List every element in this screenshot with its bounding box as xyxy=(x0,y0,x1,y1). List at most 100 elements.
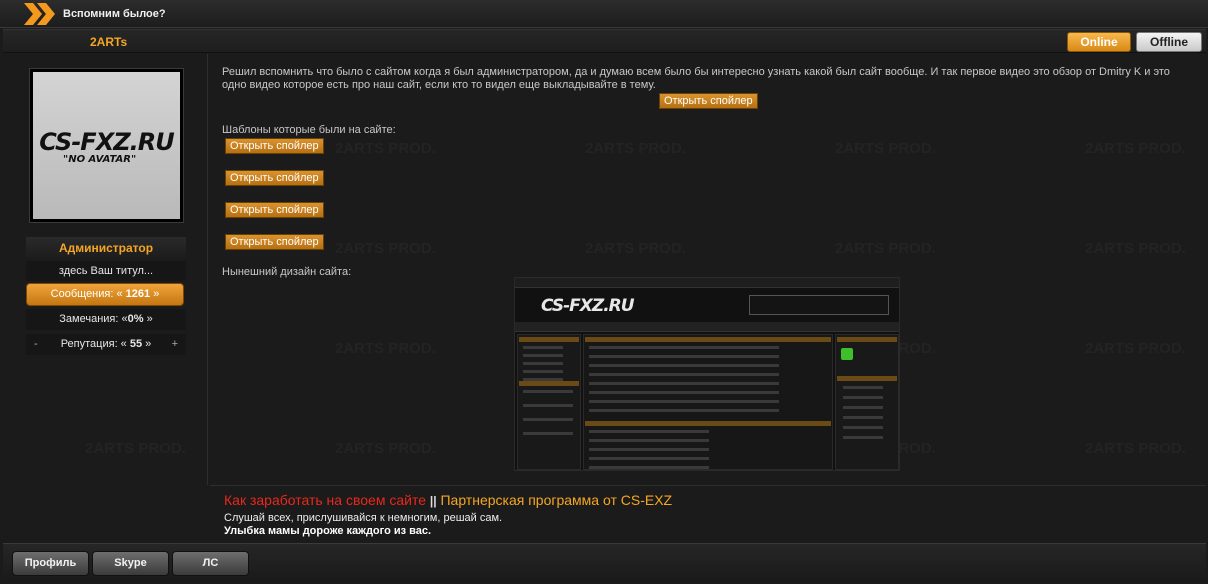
profile-button[interactable]: Профиль xyxy=(12,551,89,576)
author-profile-column: CS-FXZ.RU "NO AVATAR" Администратор здес… xyxy=(3,54,208,485)
screenshot-section-header xyxy=(585,421,831,426)
online-status-badge: Online xyxy=(1067,32,1131,52)
screenshot-section-header xyxy=(837,376,897,381)
post-footer-bar: Профиль Skype ЛС xyxy=(3,543,1206,581)
skype-button[interactable]: Skype xyxy=(92,551,169,576)
watermark-text: 2ARTS PROD. xyxy=(585,140,686,157)
screenshot-text-row xyxy=(589,430,709,433)
current-design-heading: Нынешний дизайн сайта: xyxy=(222,266,352,278)
screenshot-section-header xyxy=(837,337,897,342)
signature-quote-2: Улыбка мамы дороже каждого из вас. xyxy=(224,525,432,537)
screenshot-text-row xyxy=(589,409,779,412)
screenshot-text-row xyxy=(523,432,573,435)
reputation-value: 55 xyxy=(129,338,143,350)
signature-links: Как заработать на своем сайте || Партнер… xyxy=(224,492,1124,510)
screenshot-text-row xyxy=(523,346,563,349)
screenshot-text-row xyxy=(523,418,573,421)
private-message-button[interactable]: ЛС xyxy=(172,551,249,576)
screenshot-text-row xyxy=(843,406,883,409)
posts-count: 1261 xyxy=(125,288,151,300)
author-name-link[interactable]: 2ARTs xyxy=(90,35,127,49)
watermark-text: 2ARTS PROD. xyxy=(335,440,436,457)
spoiler-button-template-1[interactable]: Открыть спойлер xyxy=(225,138,324,154)
reputation-plus-button[interactable]: + xyxy=(172,334,178,355)
screenshot-logo: CS-FXZ.RU xyxy=(541,296,635,316)
topic-title-bar: Вспомним былое? xyxy=(0,0,1208,28)
warnings-suffix: » xyxy=(146,313,153,325)
screenshot-text-row xyxy=(589,382,779,385)
screenshot-text-row xyxy=(589,448,709,451)
posts-count-button[interactable]: Сообщения: « 1261 » xyxy=(26,283,184,306)
screenshot-text-row xyxy=(589,457,709,460)
screenshot-text-row xyxy=(843,436,883,439)
post-intro-text: Решил вспомнить что было с сайтом когда … xyxy=(222,66,1170,91)
screenshot-text-row xyxy=(523,370,563,373)
post-body: Решил вспомнить что было с сайтом когда … xyxy=(222,66,1182,92)
screenshot-text-row xyxy=(589,391,779,394)
signature-link-separator: || xyxy=(429,494,437,508)
watermark-text: 2ARTS PROD. xyxy=(335,140,436,157)
avatar-logo-text: CS-FXZ.RU xyxy=(39,128,174,156)
screenshot-avatar-icon xyxy=(841,348,853,360)
signature: Как заработать на своем сайте || Партнер… xyxy=(224,492,1124,537)
watermark-text: 2ARTS PROD. xyxy=(1085,240,1186,257)
signature-link-partner[interactable]: Партнерская программа от CS-EXZ xyxy=(440,492,672,508)
site-design-screenshot[interactable]: CS-FXZ.RU xyxy=(514,277,900,471)
screenshot-text-row xyxy=(843,386,883,389)
screenshot-text-row xyxy=(523,354,563,357)
screenshot-text-row xyxy=(589,373,779,376)
screenshot-text-row xyxy=(589,364,779,367)
screenshot-top-nav xyxy=(515,278,899,288)
offline-status-badge: Offline xyxy=(1136,32,1202,52)
watermark-text: 2ARTS PROD. xyxy=(1085,340,1186,357)
screenshot-text-row xyxy=(589,439,709,442)
screenshot-section-header xyxy=(519,337,579,342)
watermark-text: 2ARTS PROD. xyxy=(1085,140,1186,157)
avatar-image: CS-FXZ.RU "NO AVATAR" xyxy=(33,72,180,219)
spoiler-button-video[interactable]: Открыть спойлер xyxy=(659,93,758,109)
spoiler-button-template-3[interactable]: Открыть спойлер xyxy=(225,202,324,218)
screenshot-section-header xyxy=(585,337,831,342)
signature-link-earn[interactable]: Как заработать на своем сайте xyxy=(224,492,426,508)
screenshot-sub-nav xyxy=(515,322,899,332)
reputation-row: - Репутация: « 55 » + xyxy=(26,334,186,355)
screenshot-text-row xyxy=(843,426,883,429)
screenshot-text-row xyxy=(589,346,779,349)
screenshot-section-header xyxy=(519,381,579,386)
screenshot-text-row xyxy=(589,400,779,403)
watermark-text: 2ARTS PROD. xyxy=(335,240,436,257)
post-author-bar: 2ARTs Online Offline xyxy=(3,29,1206,53)
user-title: здесь Ваш титул... xyxy=(26,261,186,281)
watermark-text: 2ARTS PROD. xyxy=(1085,440,1186,457)
topic-title: Вспомним былое? xyxy=(63,8,166,20)
screenshot-text-row xyxy=(843,396,883,399)
posts-label: Сообщения: « xyxy=(50,288,123,300)
signature-divider xyxy=(210,485,1206,486)
avatar: CS-FXZ.RU "NO AVATAR" xyxy=(29,68,184,223)
double-chevron-icon xyxy=(24,3,55,25)
screenshot-text-row xyxy=(523,404,573,407)
screenshot-search-box xyxy=(749,295,889,315)
warnings-label: Замечания: « xyxy=(59,313,128,325)
watermark-text: 2ARTS PROD. xyxy=(585,240,686,257)
warnings-value: 0% xyxy=(127,313,144,325)
watermark-text: 2ARTS PROD. xyxy=(835,140,936,157)
screenshot-text-row xyxy=(589,466,709,469)
reputation-minus-button[interactable]: - xyxy=(34,334,38,355)
spoiler-button-template-4[interactable]: Открыть спойлер xyxy=(225,234,324,250)
screenshot-text-row xyxy=(843,416,883,419)
screenshot-text-row xyxy=(523,390,573,393)
avatar-caption: "NO AVATAR" xyxy=(63,154,137,165)
spoiler-button-template-2[interactable]: Открыть спойлер xyxy=(225,170,324,186)
templates-heading: Шаблоны которые были на сайте: xyxy=(222,124,396,136)
watermark-text: 2ARTS PROD. xyxy=(835,240,936,257)
warnings-row: Замечания: «0% » xyxy=(26,309,186,330)
user-role: Администратор xyxy=(26,237,186,259)
watermark-text: 2ARTS PROD. xyxy=(335,340,436,357)
screenshot-text-row xyxy=(523,362,563,365)
screenshot-text-row xyxy=(589,355,779,358)
reputation-suffix: » xyxy=(145,338,152,350)
reputation-label: Репутация: « xyxy=(60,338,127,350)
signature-quote-1: Слушай всех, прислушивайся к немногим, р… xyxy=(224,512,503,524)
posts-suffix: » xyxy=(153,288,160,300)
